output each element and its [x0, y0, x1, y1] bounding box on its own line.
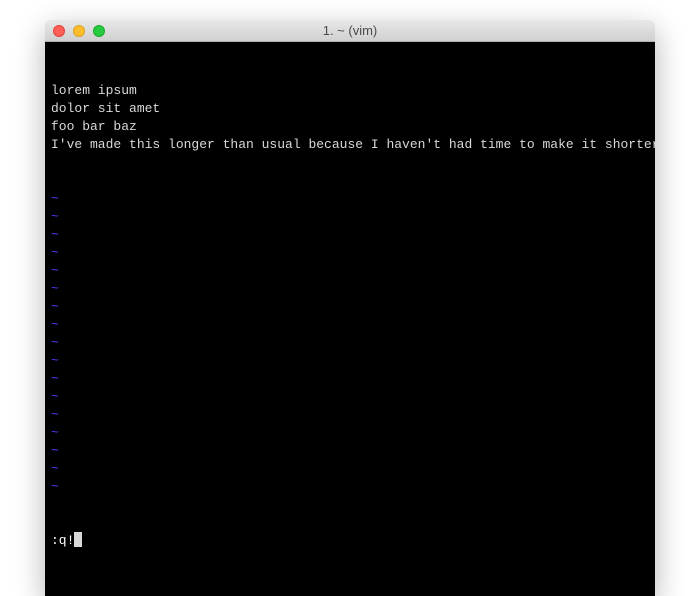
buffer-line: lorem ipsum [51, 82, 649, 100]
empty-line-tilde: ~ [51, 424, 649, 442]
empty-line-tilde: ~ [51, 226, 649, 244]
empty-line-tilde: ~ [51, 388, 649, 406]
command-line[interactable]: :q! [51, 532, 649, 550]
traffic-lights [45, 25, 105, 37]
empty-line-tilde: ~ [51, 460, 649, 478]
window-title: 1. ~ (vim) [45, 23, 655, 38]
empty-line-tilde: ~ [51, 334, 649, 352]
terminal-content[interactable]: lorem ipsumdolor sit ametfoo bar bazI've… [45, 42, 655, 596]
empty-line-tilde: ~ [51, 244, 649, 262]
empty-lines-area: ~~~~~~~~~~~~~~~~~ [51, 190, 649, 496]
empty-line-tilde: ~ [51, 190, 649, 208]
minimize-button[interactable] [73, 25, 85, 37]
maximize-button[interactable] [93, 25, 105, 37]
empty-line-tilde: ~ [51, 208, 649, 226]
terminal-window: 1. ~ (vim) lorem ipsumdolor sit ametfoo … [45, 20, 655, 596]
empty-line-tilde: ~ [51, 352, 649, 370]
empty-line-tilde: ~ [51, 406, 649, 424]
empty-line-tilde: ~ [51, 298, 649, 316]
empty-line-tilde: ~ [51, 262, 649, 280]
empty-line-tilde: ~ [51, 478, 649, 496]
close-button[interactable] [53, 25, 65, 37]
title-bar[interactable]: 1. ~ (vim) [45, 20, 655, 42]
buffer-area: lorem ipsumdolor sit ametfoo bar bazI've… [51, 82, 649, 154]
buffer-line: foo bar baz [51, 118, 649, 136]
empty-line-tilde: ~ [51, 442, 649, 460]
buffer-line: dolor sit amet [51, 100, 649, 118]
empty-line-tilde: ~ [51, 316, 649, 334]
empty-line-tilde: ~ [51, 370, 649, 388]
empty-line-tilde: ~ [51, 280, 649, 298]
buffer-line: I've made this longer than usual because… [51, 136, 649, 154]
cursor [74, 532, 82, 547]
